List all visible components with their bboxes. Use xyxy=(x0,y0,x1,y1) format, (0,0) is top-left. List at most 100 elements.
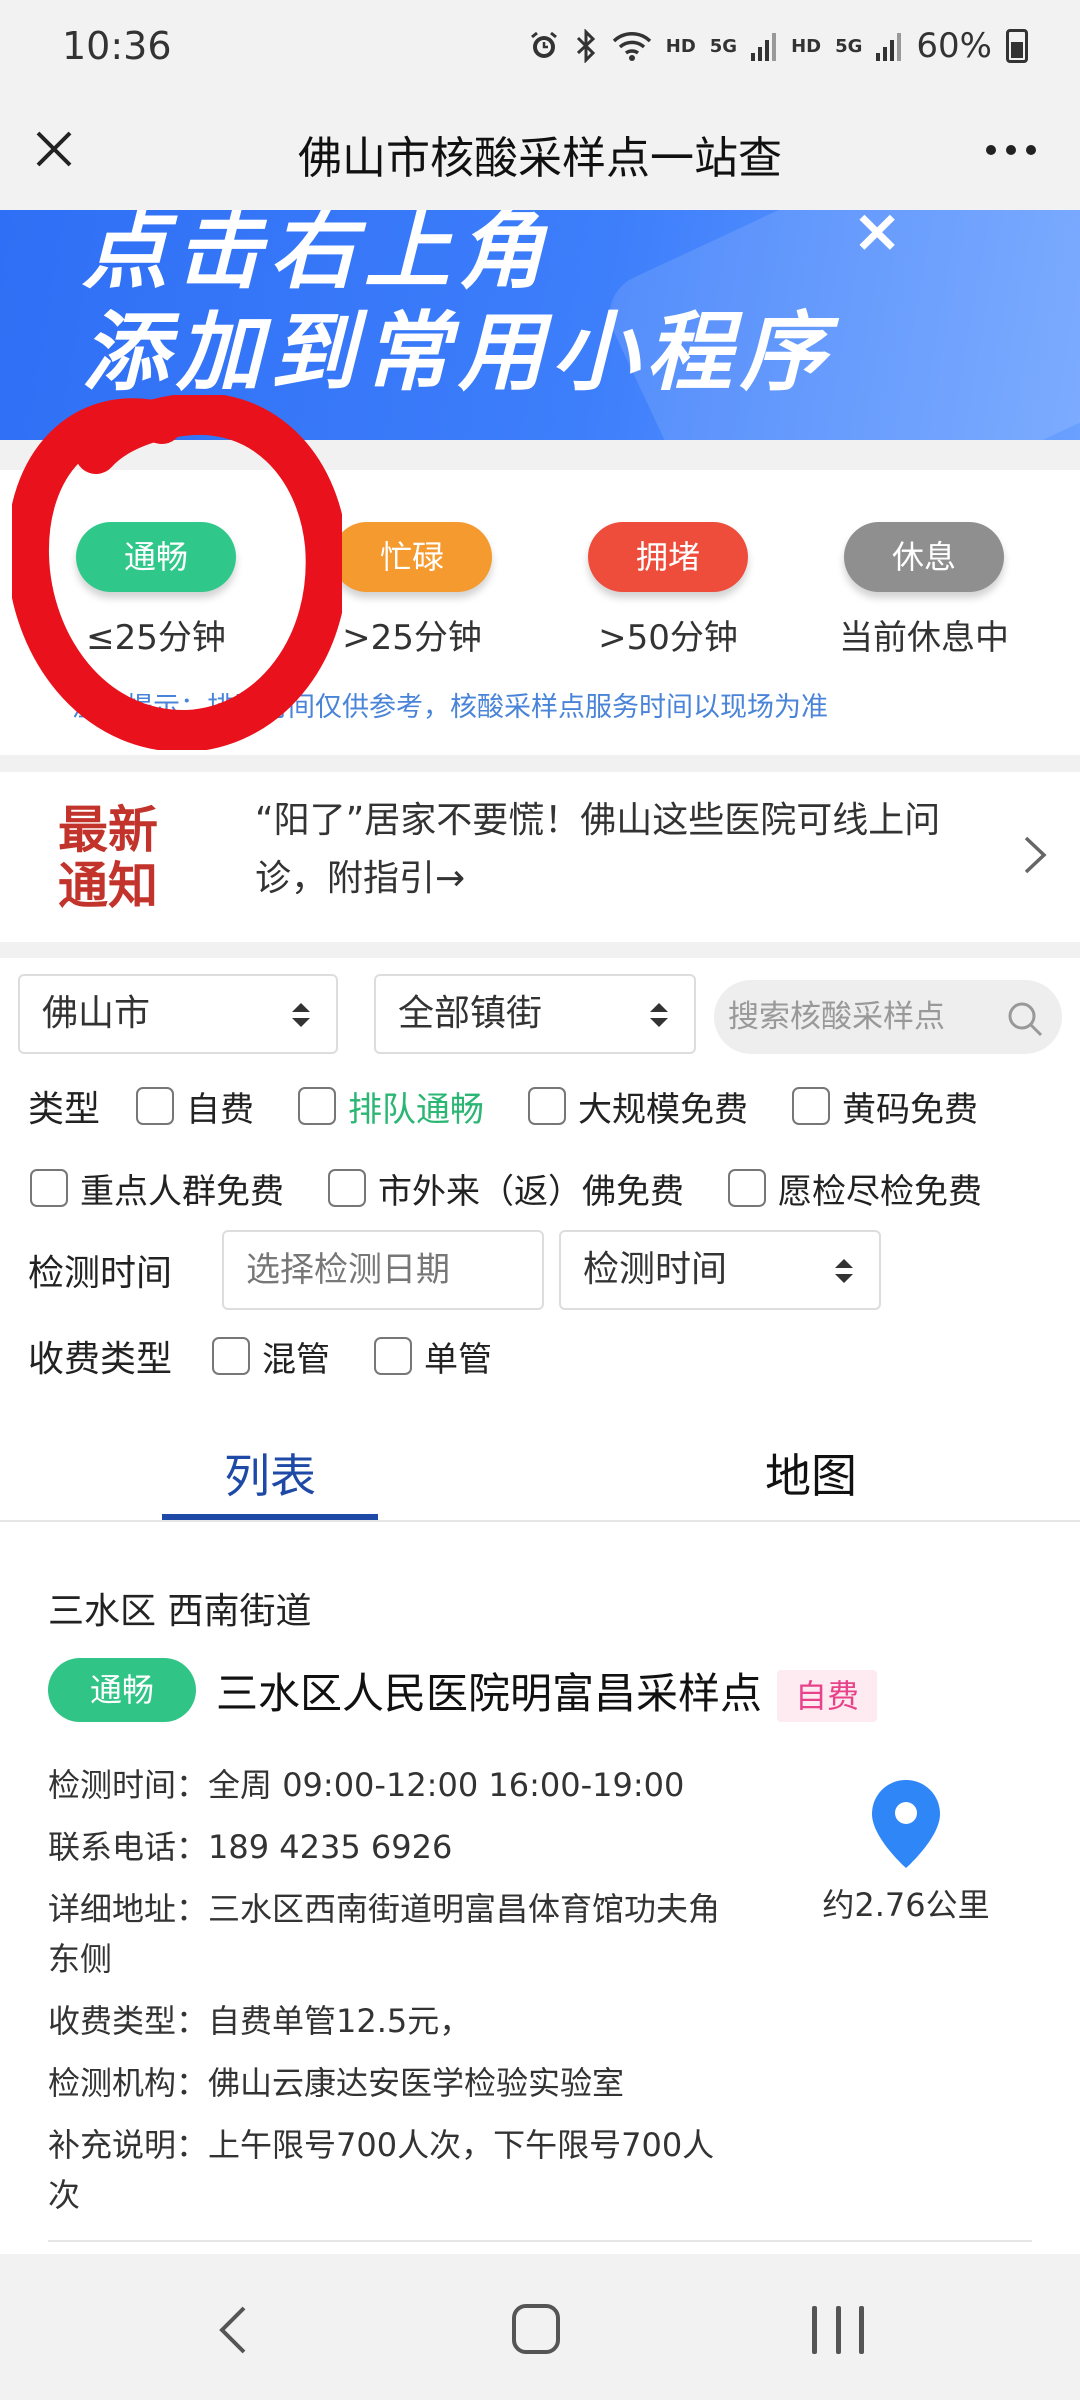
latest-notice[interactable]: 最新 通知 “阳了”居家不要慌！佛山这些医院可线上问诊，附指引→ xyxy=(0,772,1080,942)
legend-time: >50分钟 xyxy=(598,618,738,658)
checkbox-box[interactable] xyxy=(30,1169,68,1207)
phone-link[interactable]: 189 4235 6926 xyxy=(208,1828,452,1866)
location-pin-icon[interactable] xyxy=(866,1776,946,1872)
checkbox-box[interactable] xyxy=(528,1087,567,1125)
search-input[interactable] xyxy=(728,980,998,1054)
sort-arrows-icon xyxy=(835,1259,853,1283)
distance-label[interactable]: 约2.76公里 xyxy=(800,1880,1012,1926)
system-nav-bar xyxy=(0,2254,1080,2400)
tab-map[interactable]: 地图 xyxy=(765,1440,857,1506)
legend-time: >25分钟 xyxy=(342,618,482,658)
time-select[interactable]: 检测时间 xyxy=(559,1230,881,1310)
info-row-address: 详细地址：三水区西南街道明富昌体育馆功夫角东侧 xyxy=(48,1884,728,1984)
site-area: 三水区 西南街道 xyxy=(48,1591,312,1632)
town-select-value: 全部镇街 xyxy=(398,993,543,1034)
checkbox-queue-smooth[interactable]: 排队通畅 xyxy=(298,1082,484,1131)
section-gap xyxy=(0,755,1080,772)
bluetooth-icon xyxy=(576,29,595,63)
checkbox-box[interactable] xyxy=(728,1169,766,1207)
checkbox-label: 黄码免费 xyxy=(842,1089,979,1130)
checkbox-pooled[interactable]: 混管 xyxy=(212,1332,330,1381)
red-circle-annotation xyxy=(12,395,342,750)
active-tab-indicator xyxy=(162,1514,378,1520)
banner-close-icon[interactable]: × xyxy=(852,210,902,266)
signal-icon xyxy=(751,33,777,61)
legend-item-congested: 拥堵 >50分钟 xyxy=(568,522,768,659)
checkbox-box[interactable] xyxy=(328,1169,366,1207)
checkbox-box[interactable] xyxy=(136,1087,175,1125)
divider xyxy=(48,2240,1032,2242)
signal-icon xyxy=(876,33,902,61)
checkbox-label: 大规模免费 xyxy=(578,1089,749,1130)
fee-filter-row: 收费类型 混管 单管 xyxy=(0,1326,1080,1386)
checkbox-label: 单管 xyxy=(424,1339,493,1380)
nav-recent-apps-icon[interactable] xyxy=(812,2306,864,2354)
checkbox-box[interactable] xyxy=(212,1337,251,1375)
checkbox-label: 混管 xyxy=(262,1339,331,1380)
type-filter-row: 类型 自费 排队通畅 大规模免费 黄码免费 xyxy=(0,1076,1080,1136)
notice-text[interactable]: “阳了”居家不要慌！佛山这些医院可线上问诊，附指引→ xyxy=(255,792,975,908)
checkbox-box[interactable] xyxy=(298,1087,337,1125)
checkbox-single[interactable]: 单管 xyxy=(374,1332,492,1381)
info-value: 全周 09:00-12:00 16:00-19:00 xyxy=(208,1766,685,1804)
checkbox-label: 自费 xyxy=(186,1089,255,1130)
more-options-icon[interactable] xyxy=(986,130,1042,170)
checkbox-mass-free[interactable]: 大规模免费 xyxy=(528,1082,748,1131)
battery-icon xyxy=(1006,29,1028,63)
site-name[interactable]: 三水区人民医院明富昌采样点 xyxy=(216,1660,762,1721)
alarm-icon xyxy=(530,31,557,58)
chevron-right-icon[interactable] xyxy=(1018,832,1052,878)
legend-item-closed: 休息 当前休息中 xyxy=(824,522,1024,659)
tab-list[interactable]: 列表 xyxy=(224,1440,316,1506)
checkbox-box[interactable] xyxy=(792,1087,831,1125)
city-select[interactable]: 佛山市 xyxy=(18,974,338,1054)
checkbox-label: 市外来（返）佛免费 xyxy=(378,1171,684,1212)
city-select-value: 佛山市 xyxy=(42,993,151,1034)
info-row-notes: 补充说明：上午限号700人次，下午限号700人次 xyxy=(48,2120,728,2220)
site-info: 检测时间：全周 09:00-12:00 16:00-19:00 联系电话：189… xyxy=(48,1760,728,2232)
legend-pill: 拥堵 xyxy=(588,522,748,592)
view-tabs: 列表 地图 xyxy=(0,1418,1080,1522)
date-picker[interactable]: 选择检测日期 xyxy=(222,1230,544,1310)
notice-label-line2: 通知 xyxy=(58,856,158,915)
nav-back-icon[interactable] xyxy=(214,2302,254,2358)
search-box[interactable] xyxy=(714,980,1062,1054)
type-filter-row-2: 重点人群免费 市外来（返）佛免费 愿检尽检免费 xyxy=(0,1158,1080,1218)
checkbox-returnees-free[interactable]: 市外来（返）佛免费 xyxy=(328,1164,684,1213)
checkbox-yellow-code-free[interactable]: 黄码免费 xyxy=(792,1082,978,1131)
type-label: 类型 xyxy=(28,1089,101,1130)
info-label: 补充说明： xyxy=(48,2126,209,2164)
checkbox-box[interactable] xyxy=(374,1337,413,1375)
info-row-institution: 检测机构：佛山云康达安医学检验实验室 xyxy=(48,2058,728,2108)
battery-percent: 60% xyxy=(916,26,992,66)
info-value: 自费单管12.5元， xyxy=(208,2002,472,2040)
sampling-site-card[interactable]: 三水区 西南街道 通畅 三水区人民医院明富昌采样点 自费 检测时间：全周 09:… xyxy=(0,1524,1080,2254)
sort-arrows-icon xyxy=(650,1003,668,1027)
town-select[interactable]: 全部镇街 xyxy=(374,974,696,1054)
fee-label: 收费类型 xyxy=(28,1339,173,1380)
fee-badge: 自费 xyxy=(777,1670,877,1722)
info-value: 佛山云康达安医学检验实验室 xyxy=(208,2064,625,2102)
info-row-fee: 收费类型：自费单管12.5元， xyxy=(48,1996,728,2046)
search-icon[interactable] xyxy=(1006,1000,1044,1038)
nav-home-icon[interactable] xyxy=(512,2304,560,2354)
page-title: 佛山市核酸采样点一站查 xyxy=(298,133,782,184)
legend-item-busy: 忙碌 >25分钟 xyxy=(312,522,512,659)
info-label: 联系电话： xyxy=(48,1828,209,1866)
title-bar: 佛山市核酸采样点一站查 xyxy=(0,100,1080,210)
checkbox-voluntary-free[interactable]: 愿检尽检免费 xyxy=(728,1164,982,1213)
banner-line2: 添加到常用小程序 xyxy=(82,303,834,403)
legend-time: 当前休息中 xyxy=(839,618,1009,658)
time-select-value: 检测时间 xyxy=(583,1249,728,1290)
info-row-phone: 联系电话：189 4235 6926 xyxy=(48,1822,728,1872)
status-time: 10:36 xyxy=(62,24,172,68)
status-icons: HD 5G HD 5G 60% xyxy=(528,26,1028,66)
wifi-icon xyxy=(612,32,651,61)
checkbox-self-pay[interactable]: 自费 xyxy=(136,1082,254,1131)
network-label: 5G xyxy=(835,35,863,57)
checkbox-key-groups-free[interactable]: 重点人群免费 xyxy=(30,1164,284,1213)
notice-label: 最新 通知 xyxy=(58,802,158,914)
section-gap xyxy=(0,942,1080,958)
info-label: 检测机构： xyxy=(48,2064,209,2102)
legend-pill: 休息 xyxy=(844,522,1004,592)
